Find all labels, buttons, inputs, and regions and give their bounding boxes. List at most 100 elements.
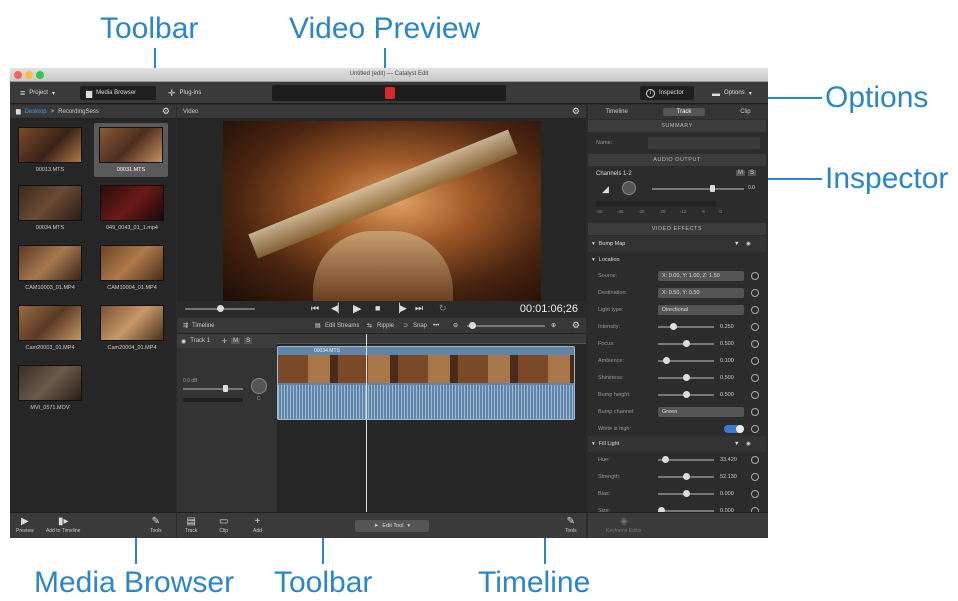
media-thumbnail[interactable] <box>18 127 82 163</box>
timeline-zoom-slider[interactable] <box>467 322 545 329</box>
clip-menu-button[interactable]: ▭ Clip <box>219 516 228 534</box>
param-field[interactable]: X: 0.50, Y: 0.50 <box>658 288 744 298</box>
keyframe-toggle-icon[interactable] <box>751 408 759 416</box>
stop-icon[interactable]: ■ <box>375 303 380 313</box>
keyframe-toggle-icon[interactable] <box>751 272 759 280</box>
keyframe-toggle-icon[interactable] <box>751 340 759 348</box>
keyframe-toggle-icon[interactable] <box>751 391 759 399</box>
eye-icon[interactable]: ◉ <box>746 441 751 447</box>
track-volume-knob[interactable] <box>223 385 228 392</box>
media-thumbnail[interactable] <box>100 245 164 281</box>
media-thumbnail[interactable] <box>100 305 164 341</box>
track-name[interactable]: Track 1 <box>190 338 210 344</box>
step-forward-icon[interactable]: ▕▶ <box>393 303 407 314</box>
zoom-out-icon[interactable]: ⊖ <box>453 322 458 329</box>
snap-icon[interactable]: ⊃ <box>403 322 408 329</box>
playhead[interactable] <box>366 334 367 512</box>
track-solo-button[interactable]: S <box>244 338 253 344</box>
output-gain-slider[interactable] <box>652 185 744 192</box>
expand-arrow-icon[interactable]: ▾ <box>592 441 595 447</box>
tools-right-button[interactable]: ✎ Tools <box>565 516 577 534</box>
speaker-icon[interactable]: ◢ <box>602 184 609 195</box>
param-slider-knob[interactable] <box>670 323 677 330</box>
param-slider[interactable] <box>658 357 714 364</box>
gear-icon[interactable]: ⚙ <box>572 106 580 117</box>
fill-light-row[interactable]: ▾ Fill Light ▼ ◉ <box>588 436 766 452</box>
param-slider[interactable] <box>658 473 714 480</box>
param-slider-knob[interactable] <box>683 374 690 381</box>
tab-track[interactable]: Track <box>662 108 706 116</box>
param-slider[interactable] <box>658 374 714 381</box>
param-slider-knob[interactable] <box>683 473 690 480</box>
param-slider-knob[interactable] <box>683 340 690 347</box>
media-thumbnail-selected[interactable]: 00031.MTS <box>94 123 168 177</box>
media-thumbnail[interactable] <box>18 185 82 221</box>
media-browser-button[interactable]: ▆ Media Browser <box>80 86 156 100</box>
param-slider[interactable] <box>658 323 714 330</box>
more-icon[interactable]: ••• <box>433 323 439 329</box>
inspector-button[interactable]: i Inspector <box>640 86 694 100</box>
tab-clip[interactable]: Clip <box>740 109 750 115</box>
param-slider-knob[interactable] <box>683 391 690 398</box>
keyframe-editor-button[interactable]: ◈ Keyframe Editor <box>606 516 642 534</box>
keyframe-toggle-icon[interactable] <box>751 456 759 464</box>
track-pan-knob[interactable] <box>251 378 267 394</box>
param-slider[interactable] <box>658 490 714 497</box>
video-frame[interactable] <box>223 121 541 301</box>
output-gain-knob[interactable] <box>710 185 715 192</box>
keyframe-toggle-icon[interactable] <box>751 374 759 382</box>
add-menu-button[interactable]: + Add <box>253 516 262 534</box>
tools-left-button[interactable]: ✎ Tools <box>150 516 162 534</box>
scrub-slider[interactable] <box>185 305 255 312</box>
add-effect-icon[interactable]: ✛ <box>222 338 227 345</box>
keyframe-toggle-icon[interactable] <box>751 473 759 481</box>
channel-solo-button[interactable]: S <box>748 170 757 176</box>
trash-icon[interactable]: ▼ <box>734 241 739 247</box>
loop-icon[interactable]: ↻ <box>439 303 447 314</box>
param-slider-knob[interactable] <box>662 456 669 463</box>
timeline-clip[interactable]: 00034.MTS <box>277 346 575 420</box>
ripple-icon[interactable]: ⇆ <box>367 322 372 329</box>
scrub-knob[interactable] <box>217 305 224 312</box>
media-thumbnail[interactable] <box>100 185 164 221</box>
eye-icon[interactable]: ◉ <box>746 241 751 247</box>
track-mute-button[interactable]: M <box>231 338 241 344</box>
track-volume-slider[interactable] <box>183 385 243 392</box>
edit-tool-select[interactable]: ➤ Edit Tool ▾ <box>355 520 429 532</box>
keyframe-toggle-icon[interactable] <box>751 306 759 314</box>
eye-icon[interactable]: ◉ <box>181 338 186 345</box>
expand-arrow-icon[interactable]: ▾ <box>592 241 595 247</box>
gear-icon[interactable]: ⚙ <box>572 320 580 331</box>
project-menu-button[interactable]: ≡ Project ▾ <box>14 86 61 100</box>
options-button[interactable]: ▬ Options ▾ <box>706 86 758 100</box>
add-to-timeline-button[interactable]: ▮▸ Add to Timeline <box>46 516 80 534</box>
keyframe-toggle-icon[interactable] <box>751 425 759 433</box>
step-back-icon[interactable]: ◀▏ <box>331 303 345 314</box>
param-slider-knob[interactable] <box>683 490 690 497</box>
param-field[interactable]: Green <box>658 407 744 417</box>
name-field[interactable] <box>648 137 760 149</box>
preview-button[interactable]: ▶ Preview <box>16 516 34 534</box>
bump-map-row[interactable]: ▾ Bump Map ▼ ◉ <box>588 236 766 252</box>
snap-button[interactable]: Snap <box>413 323 427 329</box>
param-field[interactable]: Directional <box>658 305 744 315</box>
tab-timeline[interactable]: Timeline <box>605 109 627 115</box>
trash-icon[interactable]: ▼ <box>734 441 739 447</box>
gear-icon[interactable]: ⚙ <box>162 106 170 117</box>
path-root[interactable]: Desktop <box>25 109 47 115</box>
edit-streams-icon[interactable]: ▤ <box>315 322 321 329</box>
timeline-zoom-knob[interactable] <box>469 322 476 329</box>
media-thumbnail[interactable] <box>18 245 82 281</box>
expand-arrow-icon[interactable]: ▾ <box>592 257 595 263</box>
location-row[interactable]: ▾ Location <box>588 252 766 268</box>
skip-forward-icon[interactable]: ⏭ <box>415 303 423 314</box>
param-slider[interactable] <box>658 391 714 398</box>
plugins-button[interactable]: ✛ Plug-ins <box>162 86 207 100</box>
play-icon[interactable]: ▶ <box>353 302 361 315</box>
param-slider[interactable] <box>658 340 714 347</box>
toggle-switch[interactable] <box>724 425 744 433</box>
keyframe-toggle-icon[interactable] <box>751 357 759 365</box>
media-thumbnail[interactable] <box>18 305 82 341</box>
path-leaf[interactable]: RecordingSess <box>58 109 99 115</box>
keyframe-toggle-icon[interactable] <box>751 490 759 498</box>
